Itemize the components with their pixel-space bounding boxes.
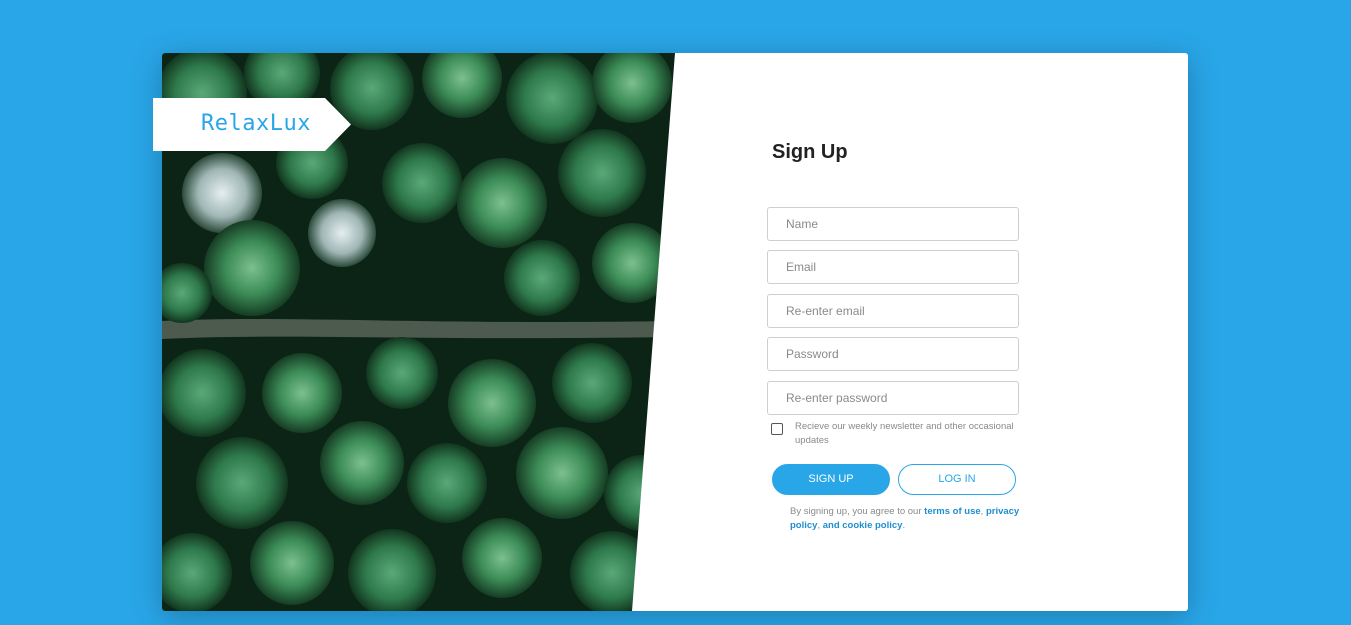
brand-logo[interactable]: RelaxLux	[153, 98, 351, 151]
reenter-password-field[interactable]	[767, 381, 1019, 415]
email-field[interactable]	[767, 250, 1019, 284]
name-field[interactable]	[767, 207, 1019, 241]
brand-name: RelaxLux	[201, 111, 311, 136]
cookie-policy-link[interactable]: and cookie policy	[823, 520, 903, 531]
newsletter-checkbox[interactable]	[771, 423, 783, 435]
newsletter-label: Recieve our weekly newsletter and other …	[795, 421, 1014, 446]
sign-up-button[interactable]: SIGN UP	[772, 464, 890, 495]
terms-of-use-link[interactable]: terms of use	[924, 506, 981, 517]
legal-prefix: By signing up, you agree to our	[790, 506, 925, 517]
page-title: Sign Up	[772, 141, 848, 163]
legal-suffix: .	[902, 520, 906, 531]
password-field[interactable]	[767, 337, 1019, 371]
reenter-email-field[interactable]	[767, 294, 1019, 328]
log-in-button[interactable]: LOG IN	[898, 464, 1016, 495]
legal-notice: By signing up, you agree to our terms of…	[790, 505, 1020, 533]
